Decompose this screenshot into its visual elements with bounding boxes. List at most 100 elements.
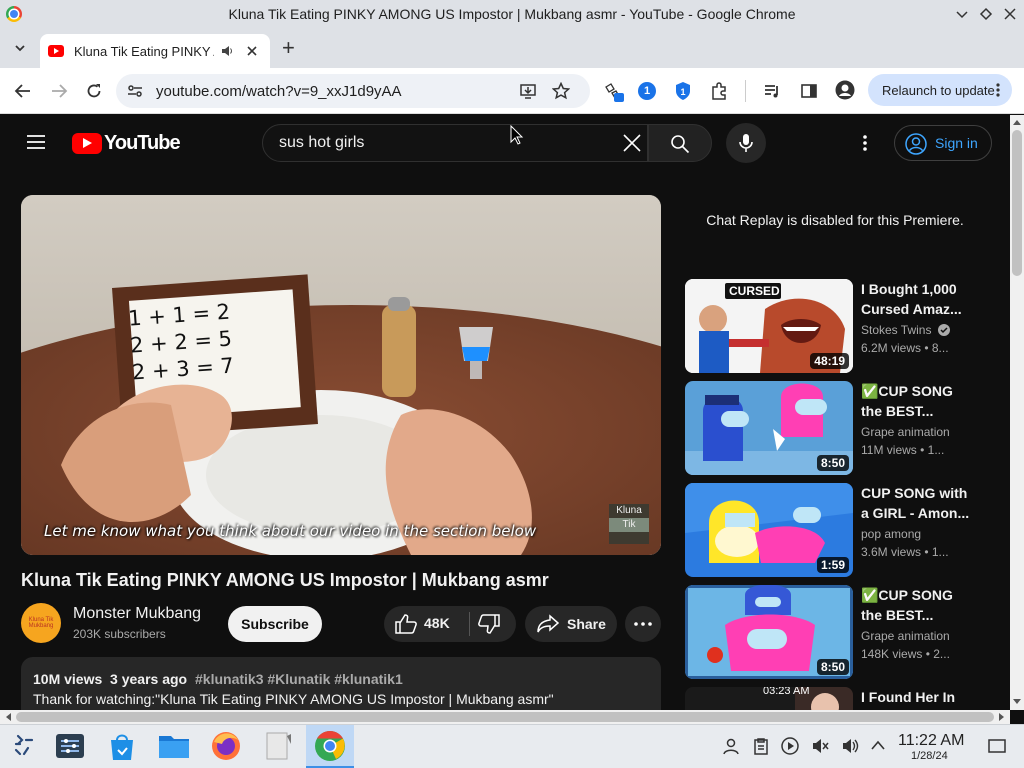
- forward-icon[interactable]: [50, 82, 68, 100]
- scroll-left-arrow-icon[interactable]: [4, 712, 12, 722]
- install-app-icon[interactable]: [519, 82, 537, 100]
- recommendation-thumbnail: CURSED 48:19: [685, 279, 853, 373]
- bookmark-star-icon[interactable]: [552, 82, 570, 100]
- horizontal-scroll-thumb[interactable]: [16, 712, 994, 722]
- vertical-scroll-thumb[interactable]: [1012, 130, 1022, 276]
- toolbar-divider: [745, 80, 746, 102]
- thumbnail-label: CURSED: [729, 284, 780, 298]
- tab-title: Kluna Tik Eating PINKY AMONG US Impostor…: [74, 43, 214, 59]
- side-panel-icon[interactable]: [800, 82, 818, 100]
- recommendation-title: I Bought 1,000 Cursed Amaz...: [861, 281, 962, 317]
- close-window-icon[interactable]: [1002, 6, 1018, 22]
- back-icon[interactable]: [14, 82, 32, 100]
- maximize-icon[interactable]: [978, 6, 994, 22]
- user-icon[interactable]: [722, 737, 740, 755]
- scroll-down-arrow-icon[interactable]: [1012, 698, 1022, 706]
- muted-audio-icon[interactable]: [811, 737, 829, 755]
- youtube-logo[interactable]: YouTube: [72, 131, 181, 155]
- relaunch-to-update-button[interactable]: Relaunch to update: [868, 74, 1012, 106]
- firefox-icon[interactable]: [208, 728, 244, 764]
- new-tab-button[interactable]: +: [282, 36, 302, 60]
- hashtags[interactable]: #klunatik3 #Klunatik #klunatik1: [195, 671, 403, 687]
- recommendation-item[interactable]: 1:59 CUP SONG with a GIRL - Amon... pop …: [685, 483, 1005, 577]
- recommendation-item[interactable]: 8:50 ✅CUP SONG the BEST... Grape animati…: [685, 381, 1005, 475]
- description-stats: 10M views 3 years ago #klunatik3 #Klunat…: [33, 671, 403, 687]
- thumbnail-time: 03:23 AM: [763, 687, 810, 697]
- video-duration: 1:59: [816, 557, 849, 573]
- dislike-button[interactable]: [478, 614, 500, 634]
- system-settings-icon[interactable]: [52, 728, 88, 764]
- volume-icon[interactable]: [841, 737, 859, 755]
- clock-time[interactable]: 11:22 AM: [898, 732, 964, 750]
- recommendation-meta: 6.2M views • 8...: [861, 341, 949, 355]
- site-info-icon[interactable]: [126, 82, 144, 100]
- scroll-up-arrow-icon[interactable]: [1012, 118, 1022, 126]
- kebab-menu-icon[interactable]: [996, 82, 1000, 98]
- like-count: 48K: [424, 615, 450, 631]
- recommendation-item[interactable]: 8:50 ✅CUP SONG the BEST... Grape animati…: [685, 585, 1005, 679]
- channel-avatar[interactable]: Kluna Tik Mukbang: [21, 603, 61, 643]
- clipboard-icon[interactable]: [752, 737, 770, 755]
- microphone-icon: [739, 134, 753, 152]
- window-title: Kluna Tik Eating PINKY AMONG US Impostor…: [228, 6, 796, 22]
- clock-date[interactable]: 1/28/24: [911, 750, 948, 762]
- video-title: Kluna Tik Eating PINKY AMONG US Impostor…: [21, 570, 549, 590]
- channel-name[interactable]: Monster Mukbang: [73, 605, 201, 623]
- recommendation-item[interactable]: 03:23 AM I Found Her In: [685, 687, 1005, 710]
- scroll-right-arrow-icon[interactable]: [998, 712, 1006, 722]
- discover-store-icon[interactable]: [104, 728, 140, 764]
- share-button[interactable]: Share: [525, 606, 617, 642]
- file-manager-icon[interactable]: [156, 728, 192, 764]
- search-button[interactable]: [648, 124, 712, 162]
- recommendation-channel: Stokes Twins: [861, 323, 950, 337]
- media-player-icon[interactable]: [781, 737, 799, 755]
- speaker-icon[interactable]: [220, 44, 234, 58]
- channel-avatar-text: Kluna Tik Mukbang: [28, 617, 54, 629]
- text-editor-icon[interactable]: [260, 728, 296, 764]
- thumbs-up-icon: [395, 614, 417, 634]
- search-input[interactable]: sus hot girls: [262, 124, 648, 162]
- clear-search-icon[interactable]: [622, 133, 642, 153]
- recommendation-meta: 148K views • 2...: [861, 647, 950, 661]
- chat-replay-notice: Chat Replay is disabled for this Premier…: [706, 212, 964, 228]
- sign-in-button[interactable]: Sign in: [894, 125, 992, 161]
- more-horizontal-icon: [634, 622, 652, 626]
- tray-expand-icon[interactable]: [871, 739, 885, 751]
- settings-kebab-icon[interactable]: [863, 134, 867, 152]
- recommendation-thumbnail: 8:50: [685, 381, 853, 475]
- reload-icon[interactable]: [85, 82, 103, 100]
- extension-badge-icon[interactable]: 1: [638, 82, 656, 100]
- tab-youtube[interactable]: Kluna Tik Eating PINKY AMONG US Impostor…: [40, 34, 270, 68]
- search-icon: [671, 135, 690, 154]
- media-controls-icon[interactable]: [763, 82, 781, 100]
- thumbs-down-icon: [478, 614, 500, 634]
- recommendation-meta: 3.6M views • 1...: [861, 545, 949, 559]
- account-icon: [905, 133, 927, 155]
- description-text: Thank for watching:"Kluna Tik Eating PIN…: [33, 691, 554, 707]
- recommendation-channel: pop among: [861, 527, 922, 541]
- svg-text:1: 1: [680, 87, 685, 97]
- profile-avatar-icon[interactable]: [835, 80, 855, 100]
- voice-search-button[interactable]: [726, 123, 766, 163]
- show-desktop-icon[interactable]: [988, 737, 1006, 755]
- like-divider: [469, 612, 470, 636]
- recommendation-title: ✅CUP SONG the BEST...: [861, 587, 953, 623]
- chrome-taskbar-icon[interactable]: [312, 728, 348, 764]
- shield-extension-icon[interactable]: 1: [674, 81, 692, 101]
- like-button[interactable]: [395, 614, 417, 634]
- recommendation-item[interactable]: CURSED 48:19 I Bought 1,000 Cursed Amaz.…: [685, 279, 1005, 373]
- application-launcher-icon[interactable]: [6, 728, 42, 764]
- minimize-icon[interactable]: [954, 6, 970, 22]
- video-player[interactable]: [21, 195, 661, 555]
- subscribe-button[interactable]: Subscribe: [228, 606, 322, 642]
- close-tab-icon[interactable]: [246, 45, 258, 57]
- sign-in-label: Sign in: [935, 135, 978, 151]
- video-caption: Let me know what you think about our vid…: [44, 522, 537, 540]
- recommendation-thumbnail: 8:50: [685, 585, 853, 679]
- more-actions-button[interactable]: [625, 606, 661, 642]
- tab-search-icon[interactable]: [12, 40, 28, 56]
- youtube-favicon-icon: [48, 45, 64, 57]
- extensions-icon[interactable]: [710, 82, 728, 100]
- hamburger-menu-icon[interactable]: [26, 133, 46, 151]
- extension-puzzle-badge-icon[interactable]: [603, 81, 625, 103]
